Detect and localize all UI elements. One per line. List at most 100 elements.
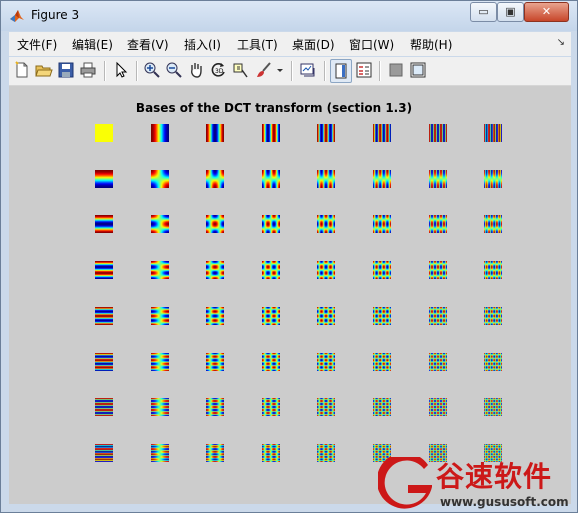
dct-basis-tile-7-2	[206, 444, 224, 462]
dct-basis-tile-6-0	[95, 398, 113, 416]
dct-basis-tile-5-3	[262, 353, 280, 371]
dct-basis-tile-7-3	[262, 444, 280, 462]
toolbar-separator	[324, 61, 326, 81]
dct-basis-tile-3-2	[206, 261, 224, 279]
dct-basis-tile-5-6	[429, 353, 447, 371]
dct-basis-tile-1-7	[484, 170, 502, 188]
hide-plot-tools-icon[interactable]	[387, 61, 405, 79]
menu-help[interactable]: 帮助(H)	[410, 36, 452, 53]
dct-basis-tile-4-3	[262, 307, 280, 325]
print-icon[interactable]	[79, 61, 97, 79]
figure-window: Figure 3 ▭ ▣ ✕ 文件(F) 编辑(E) 查看(V) 插入(I) 工…	[0, 0, 578, 513]
toolbar-separator	[136, 61, 138, 81]
watermark-logo-icon	[378, 457, 432, 509]
dct-basis-tile-6-3	[262, 398, 280, 416]
dct-basis-tile-3-1	[151, 261, 169, 279]
dct-basis-tile-3-0	[95, 261, 113, 279]
dct-basis-tile-5-7	[484, 353, 502, 371]
dct-basis-tile-5-4	[317, 353, 335, 371]
dct-basis-tile-3-7	[484, 261, 502, 279]
dct-basis-tile-6-7	[484, 398, 502, 416]
dct-basis-tile-3-6	[429, 261, 447, 279]
dct-basis-tile-2-1	[151, 215, 169, 233]
dct-basis-tile-3-4	[317, 261, 335, 279]
zoom-in-icon[interactable]	[143, 61, 161, 79]
brush-icon[interactable]	[255, 61, 273, 79]
figure-toolbar: 3D	[9, 57, 571, 86]
dct-basis-tile-5-1	[151, 353, 169, 371]
dct-basis-tile-4-5	[373, 307, 391, 325]
dct-basis-tile-4-2	[206, 307, 224, 325]
dct-basis-tile-2-5	[373, 215, 391, 233]
minimize-button[interactable]: ▭	[470, 2, 497, 22]
legend-icon[interactable]	[355, 61, 373, 79]
link-plot-icon[interactable]	[299, 61, 317, 79]
dct-basis-tile-0-4	[317, 124, 335, 142]
open-file-icon[interactable]	[35, 61, 53, 79]
dct-basis-tile-6-2	[206, 398, 224, 416]
dct-basis-tile-1-1	[151, 170, 169, 188]
colorbar-icon	[335, 63, 347, 79]
dct-basis-tile-6-4	[317, 398, 335, 416]
new-figure-icon[interactable]	[13, 61, 31, 79]
figure-canvas[interactable]: Bases of the DCT transform (section 1.3)	[9, 86, 571, 504]
edit-plot-icon[interactable]	[112, 61, 130, 79]
dct-basis-tile-1-4	[317, 170, 335, 188]
dct-basis-tile-0-6	[429, 124, 447, 142]
maximize-button[interactable]: ▣	[497, 2, 524, 22]
dct-basis-tile-4-7	[484, 307, 502, 325]
dct-basis-tile-7-4	[317, 444, 335, 462]
dct-basis-tile-2-2	[206, 215, 224, 233]
maximize-icon: ▣	[505, 5, 516, 18]
dct-basis-tile-4-0	[95, 307, 113, 325]
dct-basis-tile-4-6	[429, 307, 447, 325]
dct-basis-tile-3-5	[373, 261, 391, 279]
dct-basis-tile-4-1	[151, 307, 169, 325]
menu-bar: 文件(F) 编辑(E) 查看(V) 插入(I) 工具(T) 桌面(D) 窗口(W…	[9, 32, 571, 56]
pan-icon[interactable]	[187, 61, 205, 79]
menu-file[interactable]: 文件(F)	[17, 36, 57, 53]
dct-basis-tile-0-1	[151, 124, 169, 142]
dct-basis-tile-6-6	[429, 398, 447, 416]
toolbar-separator	[291, 61, 293, 81]
dct-basis-tile-2-4	[317, 215, 335, 233]
menu-view[interactable]: 查看(V)	[127, 36, 169, 53]
dct-basis-tile-5-0	[95, 353, 113, 371]
menu-edit[interactable]: 编辑(E)	[72, 36, 113, 53]
zoom-out-icon[interactable]	[165, 61, 183, 79]
menu-window[interactable]: 窗口(W)	[349, 36, 394, 53]
brush-dropdown-icon[interactable]	[275, 61, 285, 79]
title-bar[interactable]: Figure 3 ▭ ▣ ✕	[1, 1, 577, 31]
menu-desktop[interactable]: 桌面(D)	[292, 36, 335, 53]
svg-text:3D: 3D	[215, 68, 224, 75]
dct-basis-tile-7-0	[95, 444, 113, 462]
watermark: 谷速软件 www.gususoft.com	[378, 455, 578, 513]
close-button[interactable]: ✕	[524, 2, 569, 22]
menu-dock-arrow-icon[interactable]: ↘	[557, 37, 565, 48]
show-plot-tools-icon[interactable]	[409, 61, 427, 79]
dct-basis-tile-0-2	[206, 124, 224, 142]
data-cursor-icon[interactable]	[231, 61, 249, 79]
plot-title: Bases of the DCT transform (section 1.3)	[135, 101, 413, 115]
toolbar-separator	[104, 61, 106, 81]
minimize-icon: ▭	[478, 5, 489, 18]
dct-basis-tile-6-1	[151, 398, 169, 416]
close-icon: ✕	[541, 5, 552, 18]
save-icon[interactable]	[57, 61, 75, 79]
dct-basis-tile-1-2	[206, 170, 224, 188]
dct-basis-tile-0-5	[373, 124, 391, 142]
menu-insert[interactable]: 插入(I)	[184, 36, 221, 53]
dct-basis-tile-1-6	[429, 170, 447, 188]
colorbar-button[interactable]	[330, 59, 352, 83]
rotate-3d-icon[interactable]: 3D	[209, 61, 227, 79]
dct-basis-tile-1-3	[262, 170, 280, 188]
matlab-app-icon	[10, 10, 24, 22]
watermark-brand: 谷速软件	[436, 460, 553, 493]
dct-basis-tile-0-7	[484, 124, 502, 142]
menu-tools[interactable]: 工具(T)	[237, 36, 278, 53]
dct-basis-tile-1-0	[95, 170, 113, 188]
dct-basis-tile-2-7	[484, 215, 502, 233]
window-title: Figure 3	[31, 8, 80, 22]
dct-basis-tile-2-6	[429, 215, 447, 233]
dct-basis-tile-7-1	[151, 444, 169, 462]
